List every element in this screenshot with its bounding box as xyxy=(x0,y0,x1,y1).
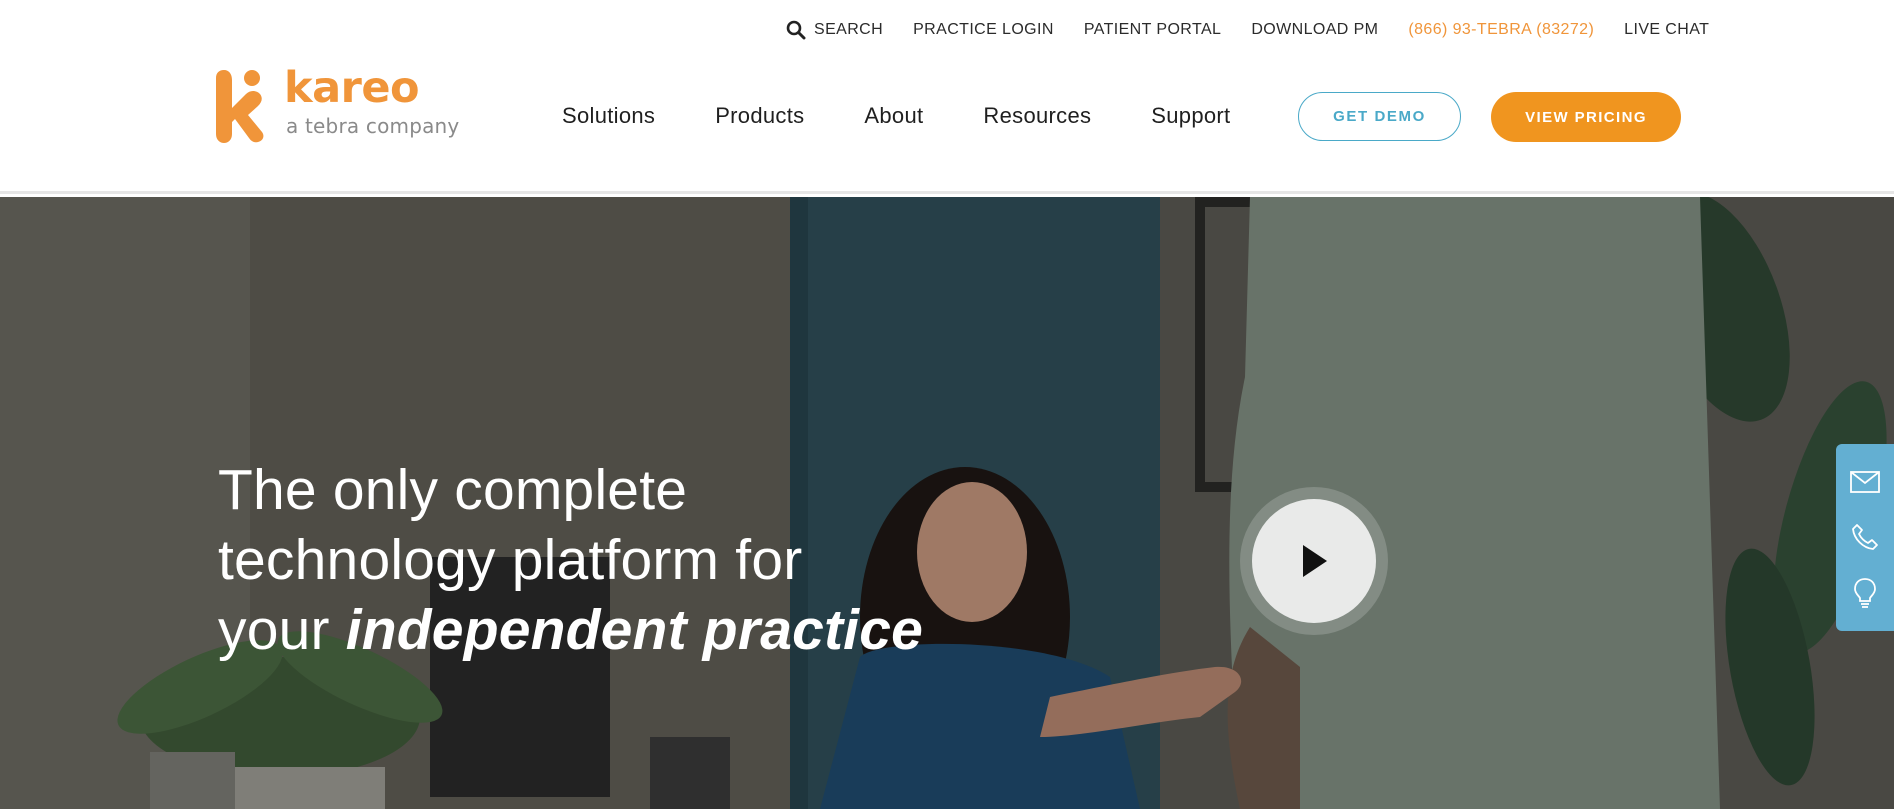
search-label: SEARCH xyxy=(814,21,884,38)
headline-line-1: The only complete xyxy=(218,458,688,522)
headline-line-3: your independent practice xyxy=(218,595,923,665)
utility-nav: SEARCH PRACTICE LOGIN PATIENT PORTAL DOW… xyxy=(786,19,1709,41)
patient-portal-link[interactable]: PATIENT PORTAL xyxy=(1084,21,1221,39)
logo-tagline: a tebra company xyxy=(286,114,460,138)
download-pm-link[interactable]: DOWNLOAD PM xyxy=(1251,21,1378,39)
play-button-inner xyxy=(1252,499,1376,623)
site-header: SEARCH PRACTICE LOGIN PATIENT PORTAL DOW… xyxy=(0,0,1894,194)
nav-resources[interactable]: Resources xyxy=(983,103,1091,129)
nav-solutions[interactable]: Solutions xyxy=(562,103,655,129)
view-pricing-button[interactable]: VIEW PRICING xyxy=(1491,92,1681,142)
hero-headline: The only complete technology platform fo… xyxy=(218,455,923,665)
headline-emphasis: independent practice xyxy=(345,598,924,662)
search-icon xyxy=(786,20,806,40)
hero-section: The only complete technology platform fo… xyxy=(0,197,1894,809)
play-icon xyxy=(1303,545,1327,577)
headline-line-3-prefix: your xyxy=(218,598,346,662)
nav-about[interactable]: About xyxy=(864,103,923,129)
email-icon[interactable] xyxy=(1848,465,1882,499)
kareo-figure-icon xyxy=(216,70,264,143)
phone-link[interactable]: (866) 93-TEBRA (83272) xyxy=(1408,21,1594,39)
get-demo-button[interactable]: GET DEMO xyxy=(1298,92,1461,141)
lightbulb-icon[interactable] xyxy=(1848,576,1882,610)
contact-sidebar xyxy=(1836,444,1894,631)
phone-icon[interactable] xyxy=(1848,520,1882,554)
nav-support[interactable]: Support xyxy=(1151,103,1230,129)
practice-login-link[interactable]: PRACTICE LOGIN xyxy=(913,21,1054,39)
logo-wordmark: kareo xyxy=(284,63,420,113)
nav-products[interactable]: Products xyxy=(715,103,804,129)
headline-line-2: technology platform for xyxy=(218,528,803,592)
kareo-logo[interactable]: kareo a tebra company xyxy=(216,63,460,144)
search-link[interactable]: SEARCH xyxy=(786,20,883,40)
main-nav: Solutions Products About Resources Suppo… xyxy=(562,103,1230,129)
play-video-button[interactable] xyxy=(1240,487,1388,635)
live-chat-link[interactable]: LIVE CHAT xyxy=(1624,21,1709,39)
